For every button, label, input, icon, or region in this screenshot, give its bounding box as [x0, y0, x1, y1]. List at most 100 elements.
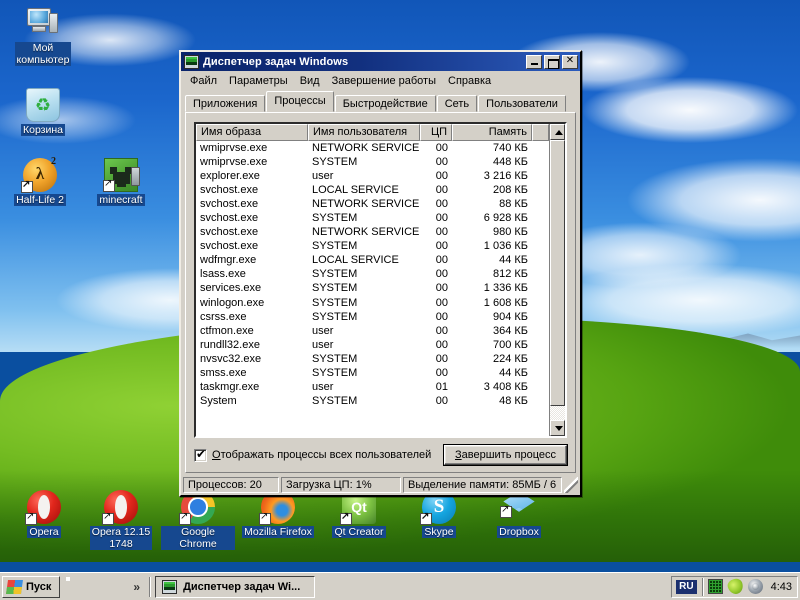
desktop-icon-minecraft[interactable]: minecraft: [84, 158, 158, 206]
taskbar-task-label: Диспетчер задач Wi...: [183, 580, 301, 593]
network-icon[interactable]: [707, 579, 723, 594]
cell-image-name: wdfmgr.exe: [200, 254, 257, 267]
process-list-scrollbar[interactable]: [549, 124, 565, 436]
cell-cpu: 00: [435, 183, 448, 196]
process-table-body[interactable]: wmiprvse.exe NETWORK SERVICE 00 740 КБ wmipr…: [196, 141, 549, 436]
quick-launch-bar[interactable]: »: [64, 579, 146, 595]
menu-item-file[interactable]: Файл: [184, 73, 223, 89]
volume-icon[interactable]: [747, 579, 763, 594]
window-title: Диспетчер задач Windows: [203, 55, 349, 68]
table-row[interactable]: svchost.exe LOCAL SERVICE 00 208 КБ: [196, 183, 549, 197]
scroll-up-button[interactable]: [550, 124, 565, 140]
cell-memory: 3 408 КБ: [483, 381, 528, 394]
table-row[interactable]: rundll32.exe user 00 700 КБ: [196, 338, 549, 352]
cell-image-name: wmiprvse.exe: [200, 155, 268, 168]
desktop-icon-label: Mozilla Firefox: [242, 526, 314, 538]
tab-users[interactable]: Пользователи: [478, 95, 566, 112]
show-all-users-checkbox[interactable]: Отображать процессы всех пользователей: [194, 447, 431, 462]
maximize-button[interactable]: [544, 54, 560, 69]
column-header-user-name[interactable]: Имя пользователя: [308, 124, 420, 141]
scroll-down-button[interactable]: [550, 420, 565, 436]
table-row[interactable]: svchost.exe SYSTEM 00 6 928 КБ: [196, 211, 549, 225]
table-row[interactable]: taskmgr.exe user 01 3 408 КБ: [196, 381, 549, 395]
clock[interactable]: 4:43: [768, 581, 792, 593]
task-manager-window[interactable]: Диспетчер задач Windows Файл Параметры В…: [179, 50, 582, 497]
cell-image-name: taskmgr.exe: [200, 381, 260, 394]
menu-item-options[interactable]: Параметры: [223, 73, 294, 89]
taskbar-task-task-manager[interactable]: Диспетчер задач Wi...: [155, 575, 316, 598]
table-row[interactable]: System SYSTEM 00 48 КБ: [196, 395, 549, 409]
cell-user-name: SYSTEM: [312, 212, 358, 225]
table-row[interactable]: svchost.exe NETWORK SERVICE 00 980 КБ: [196, 226, 549, 240]
desktop-icon-qt-creator[interactable]: Qt Qt Creator: [322, 490, 396, 538]
status-memory-usage: Выделение памяти: 85МБ / 6: [403, 477, 562, 493]
task-manager-icon: [184, 54, 199, 69]
cell-image-name: svchost.exe: [200, 240, 259, 253]
column-header-memory[interactable]: Память: [452, 124, 532, 141]
process-list[interactable]: Имя образа Имя пользователя ЦП Память wm…: [194, 122, 567, 438]
column-header-cpu[interactable]: ЦП: [420, 124, 452, 141]
desktop-icon-opera[interactable]: Opera: [7, 490, 81, 538]
system-tray[interactable]: RU 4:43: [671, 575, 798, 598]
cell-memory: 208 КБ: [492, 183, 528, 196]
scrollbar-thumb[interactable]: [550, 140, 565, 406]
menu-item-help[interactable]: Справка: [442, 73, 497, 89]
opera-icon: [102, 490, 138, 525]
desktop-icon-mozilla-firefox[interactable]: Mozilla Firefox: [241, 490, 315, 538]
mozilla-firefox-icon[interactable]: [89, 579, 105, 595]
cell-cpu: 00: [435, 240, 448, 253]
desktop-icon-skype[interactable]: S Skype: [402, 490, 476, 538]
table-row[interactable]: lsass.exe SYSTEM 00 812 КБ: [196, 268, 549, 282]
checkbox-box[interactable]: [194, 447, 207, 462]
close-button[interactable]: [562, 54, 578, 69]
tab-networking[interactable]: Сеть: [436, 95, 478, 112]
table-row[interactable]: winlogon.exe SYSTEM 00 1 608 КБ: [196, 296, 549, 310]
cell-user-name: user: [312, 169, 334, 182]
tab-performance[interactable]: Быстродействие: [334, 95, 436, 112]
table-row[interactable]: nvsvc32.exe SYSTEM 00 224 КБ: [196, 352, 549, 366]
minimize-button[interactable]: [526, 54, 542, 69]
taskbar[interactable]: Пуск » Диспетчер задач Wi... RU 4:43: [0, 572, 800, 600]
cell-cpu: 00: [435, 169, 448, 182]
menu-item-view[interactable]: Вид: [294, 73, 326, 89]
window-titlebar[interactable]: Диспетчер задач Windows: [181, 52, 580, 71]
table-row[interactable]: wmiprvse.exe SYSTEM 00 448 КБ: [196, 155, 549, 169]
table-row[interactable]: smss.exe SYSTEM 00 44 КБ: [196, 367, 549, 381]
table-row[interactable]: wdfmgr.exe LOCAL SERVICE 00 44 КБ: [196, 254, 549, 268]
resize-grip[interactable]: [564, 477, 578, 493]
table-row[interactable]: svchost.exe SYSTEM 00 1 036 КБ: [196, 240, 549, 254]
desktop-icon-my-computer[interactable]: Мой компьютер: [6, 6, 80, 66]
desktop-icon-google-chrome[interactable]: Google Chrome: [161, 490, 235, 550]
desktop[interactable]: Мойкомпьютер Корзина λ2 Half-Life 2 mine…: [0, 0, 800, 600]
desktop-icon-half-life-2[interactable]: λ2 Half-Life 2: [3, 157, 77, 206]
tab-processes[interactable]: Процессы: [266, 91, 334, 112]
opera-icon[interactable]: [110, 579, 126, 595]
scrollbar-track[interactable]: [550, 406, 565, 420]
cell-cpu: 00: [435, 155, 448, 168]
column-header-filler[interactable]: [532, 124, 549, 141]
table-row[interactable]: ctfmon.exe user 00 364 КБ: [196, 324, 549, 338]
start-button[interactable]: Пуск: [2, 575, 61, 598]
table-row[interactable]: csrss.exe SYSTEM 00 904 КБ: [196, 310, 549, 324]
quick-launch-overflow-chevron[interactable]: »: [131, 580, 142, 594]
table-row[interactable]: explorer.exe user 00 3 216 КБ: [196, 169, 549, 183]
menu-item-shutdown[interactable]: Завершение работы: [326, 73, 442, 89]
cell-cpu: 00: [435, 197, 448, 210]
end-process-button[interactable]: Завершить процесс: [442, 444, 569, 466]
language-indicator[interactable]: RU: [676, 579, 697, 594]
shield-icon[interactable]: [725, 577, 745, 596]
google-chrome-icon[interactable]: [68, 579, 84, 595]
column-header-image-name[interactable]: Имя образа: [196, 124, 308, 141]
table-row[interactable]: services.exe SYSTEM 00 1 336 КБ: [196, 282, 549, 296]
table-row[interactable]: wmiprvse.exe NETWORK SERVICE 00 740 КБ: [196, 141, 549, 155]
cell-cpu: 00: [435, 212, 448, 225]
desktop-icon-dropbox[interactable]: Dropbox: [482, 490, 556, 538]
task-manager-icon: [162, 579, 178, 594]
half-life-2-icon: λ2: [21, 157, 57, 193]
table-row[interactable]: svchost.exe NETWORK SERVICE 00 88 КБ: [196, 197, 549, 211]
desktop-icon-recycle-bin[interactable]: Корзина: [6, 88, 80, 136]
cell-image-name: ctfmon.exe: [200, 324, 254, 337]
cell-memory: 364 КБ: [492, 324, 528, 337]
desktop-icon-opera-12-15[interactable]: Opera 12.151748: [84, 490, 158, 550]
tab-applications[interactable]: Приложения: [185, 95, 266, 112]
